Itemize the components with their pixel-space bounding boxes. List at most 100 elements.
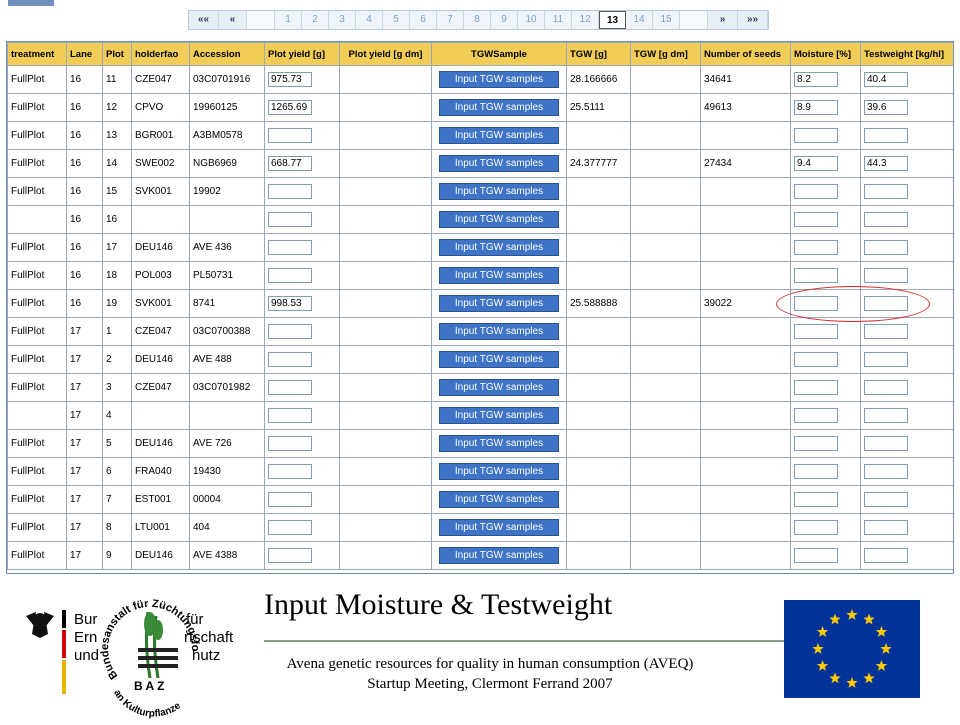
pager-page-8[interactable]: 8 (464, 11, 491, 29)
plot-yield-input[interactable] (268, 184, 312, 199)
input-tgw-samples-button[interactable]: Input TGW samples (439, 71, 559, 88)
pager-page-1[interactable]: 1 (275, 11, 302, 29)
table-row: FullPlot 17 2 DEU146 AVE 488 Input TGW sample… (7, 345, 953, 374)
moisture-input[interactable] (794, 72, 838, 87)
tgw-cell: 25.588888 (566, 289, 631, 318)
testweight-input[interactable] (864, 100, 908, 115)
pager-page-6[interactable]: 6 (410, 11, 437, 29)
plot-yield-input[interactable] (268, 324, 312, 339)
moisture-input[interactable] (794, 408, 838, 423)
tgw-cell (566, 205, 631, 234)
pager-page-4[interactable]: 4 (356, 11, 383, 29)
input-tgw-samples-button[interactable]: Input TGW samples (439, 239, 559, 256)
plot-cell: 8 (102, 513, 132, 542)
moisture-input[interactable] (794, 184, 838, 199)
input-tgw-samples-button[interactable]: Input TGW samples (439, 155, 559, 172)
pager-next-button[interactable]: » (708, 11, 738, 29)
plot-yield-input[interactable] (268, 464, 312, 479)
testweight-input[interactable] (864, 240, 908, 255)
moisture-input[interactable] (794, 100, 838, 115)
testweight-input[interactable] (864, 128, 908, 143)
testweight-input[interactable] (864, 156, 908, 171)
plot-yield-input[interactable] (268, 72, 312, 87)
input-tgw-samples-button[interactable]: Input TGW samples (439, 351, 559, 368)
pager-page-12[interactable]: 12 (572, 11, 599, 29)
pager-first-button[interactable]: «« (189, 11, 219, 29)
moisture-input[interactable] (794, 156, 838, 171)
moisture-cell (790, 233, 861, 262)
testweight-input[interactable] (864, 324, 908, 339)
holderfao-cell: LTU001 (131, 513, 190, 542)
input-tgw-samples-button[interactable]: Input TGW samples (439, 127, 559, 144)
pager-page-15[interactable]: 15 (653, 11, 680, 29)
pager-prev-button[interactable]: « (219, 11, 247, 29)
plot-yield-dm-cell (339, 261, 432, 290)
plot-yield-input[interactable] (268, 212, 312, 227)
pager-page-7[interactable]: 7 (437, 11, 464, 29)
input-tgw-samples-button[interactable]: Input TGW samples (439, 491, 559, 508)
input-tgw-samples-button[interactable]: Input TGW samples (439, 463, 559, 480)
input-tgw-samples-button[interactable]: Input TGW samples (439, 519, 559, 536)
plot-yield-input[interactable] (268, 380, 312, 395)
input-tgw-samples-button[interactable]: Input TGW samples (439, 547, 559, 564)
testweight-input[interactable] (864, 72, 908, 87)
plot-yield-input[interactable] (268, 240, 312, 255)
moisture-input[interactable] (794, 268, 838, 283)
moisture-input[interactable] (794, 520, 838, 535)
plot-yield-input[interactable] (268, 268, 312, 283)
testweight-input[interactable] (864, 520, 908, 535)
holderfao-cell: SVK001 (131, 177, 190, 206)
pager-page-3[interactable]: 3 (329, 11, 356, 29)
pager-page-14[interactable]: 14 (626, 11, 653, 29)
input-tgw-samples-button[interactable]: Input TGW samples (439, 323, 559, 340)
pager-page-5[interactable]: 5 (383, 11, 410, 29)
testweight-input[interactable] (864, 492, 908, 507)
plot-yield-input[interactable] (268, 352, 312, 367)
testweight-input[interactable] (864, 212, 908, 227)
plot-yield-input[interactable] (268, 492, 312, 507)
moisture-input[interactable] (794, 548, 838, 563)
pager-page-9[interactable]: 9 (491, 11, 518, 29)
plot-yield-input[interactable] (268, 548, 312, 563)
plot-yield-cell (264, 233, 340, 262)
plot-yield-input[interactable] (268, 520, 312, 535)
pager-page-11[interactable]: 11 (545, 11, 572, 29)
testweight-input[interactable] (864, 464, 908, 479)
moisture-input[interactable] (794, 492, 838, 507)
moisture-input[interactable] (794, 380, 838, 395)
plot-yield-input[interactable] (268, 408, 312, 423)
input-tgw-samples-button[interactable]: Input TGW samples (439, 295, 559, 312)
plot-yield-input[interactable] (268, 436, 312, 451)
plot-yield-input[interactable] (268, 128, 312, 143)
testweight-input[interactable] (864, 408, 908, 423)
plot-yield-input[interactable] (268, 100, 312, 115)
tgw-sample-cell: Input TGW samples (431, 485, 567, 514)
holderfao-cell: SWE002 (131, 149, 190, 178)
input-tgw-samples-button[interactable]: Input TGW samples (439, 407, 559, 424)
plot-yield-input[interactable] (268, 296, 312, 311)
testweight-input[interactable] (864, 548, 908, 563)
input-tgw-samples-button[interactable]: Input TGW samples (439, 99, 559, 116)
moisture-input[interactable] (794, 464, 838, 479)
moisture-input[interactable] (794, 436, 838, 451)
testweight-input[interactable] (864, 268, 908, 283)
input-tgw-samples-button[interactable]: Input TGW samples (439, 211, 559, 228)
moisture-input[interactable] (794, 240, 838, 255)
input-tgw-samples-button[interactable]: Input TGW samples (439, 435, 559, 452)
pager-page-2[interactable]: 2 (302, 11, 329, 29)
testweight-input[interactable] (864, 352, 908, 367)
moisture-cell (790, 401, 861, 430)
testweight-input[interactable] (864, 380, 908, 395)
testweight-input[interactable] (864, 184, 908, 199)
moisture-input[interactable] (794, 212, 838, 227)
moisture-input[interactable] (794, 324, 838, 339)
input-tgw-samples-button[interactable]: Input TGW samples (439, 379, 559, 396)
input-tgw-samples-button[interactable]: Input TGW samples (439, 183, 559, 200)
pager-page-10[interactable]: 10 (518, 11, 545, 29)
moisture-input[interactable] (794, 128, 838, 143)
pager-last-button[interactable]: »» (738, 11, 768, 29)
plot-yield-input[interactable] (268, 156, 312, 171)
testweight-input[interactable] (864, 436, 908, 451)
input-tgw-samples-button[interactable]: Input TGW samples (439, 267, 559, 284)
moisture-input[interactable] (794, 352, 838, 367)
